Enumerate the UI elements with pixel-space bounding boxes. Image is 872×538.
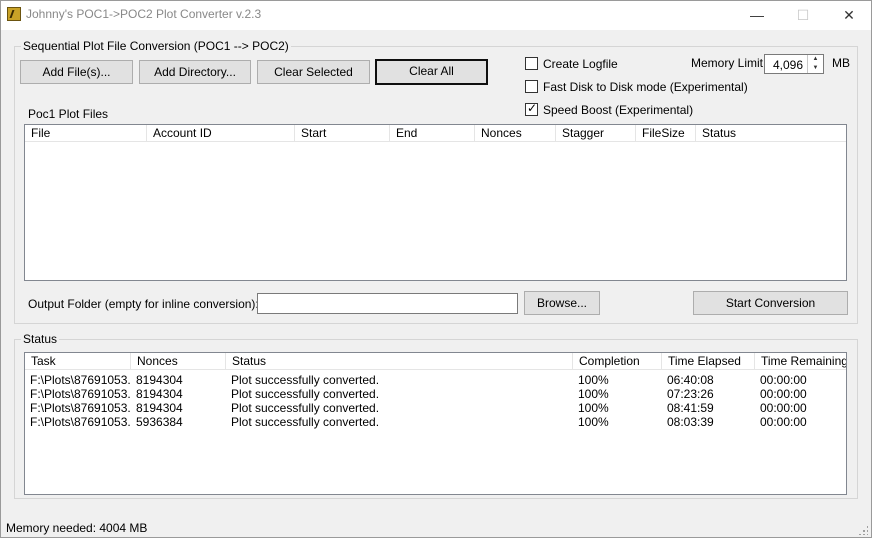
resize-grip-icon[interactable]	[858, 525, 868, 535]
clear-selected-button[interactable]: Clear Selected	[257, 60, 370, 84]
cell-time-remaining: 00:00:00	[760, 387, 807, 401]
memory-limit-label: Memory Limit	[691, 56, 764, 70]
speed-boost-check-box[interactable]	[525, 101, 538, 116]
column-header-status[interactable]: Status	[696, 125, 846, 142]
create-logfile-label: Create Logfile	[543, 57, 618, 71]
table-row[interactable]: F:\Plots\87691053... 8194304 Plot successf…	[25, 387, 846, 401]
status-group-title: Status	[21, 332, 60, 346]
fast-disk-check-box[interactable]	[525, 80, 538, 93]
spinner-arrows[interactable]: ▲ ▼	[807, 55, 823, 73]
window-title: Johnny's POC1->POC2 Plot Converter v.2.3	[26, 7, 262, 21]
plot-files-list[interactable]: File Account ID Start End Nonces Stagger…	[24, 124, 847, 281]
cell-completion: 100%	[578, 373, 609, 387]
cell-nonces: 8194304	[136, 401, 183, 415]
memory-limit-unit: MB	[832, 56, 850, 70]
cell-completion: 100%	[578, 415, 609, 429]
column-header-task[interactable]: Task	[25, 353, 131, 370]
cell-completion: 100%	[578, 401, 609, 415]
plot-files-header: File Account ID Start End Nonces Stagger…	[25, 125, 846, 142]
create-logfile-checkbox[interactable]: Create Logfile	[525, 55, 685, 71]
minimize-button[interactable]: —	[734, 1, 780, 30]
cell-status: Plot successfully converted.	[231, 401, 380, 415]
speed-boost-checkbox[interactable]: Speed Boost (Experimental)	[525, 101, 725, 117]
title-bar: Johnny's POC1->POC2 Plot Converter v.2.3…	[1, 1, 871, 30]
column-header-time-elapsed[interactable]: Time Elapsed	[662, 353, 755, 370]
add-files-button[interactable]: Add File(s)...	[20, 60, 133, 84]
table-row[interactable]: F:\Plots\87691053... 5936384 Plot successf…	[25, 415, 846, 429]
memory-limit-value[interactable]: 4,096	[773, 58, 803, 72]
cell-completion: 100%	[578, 387, 609, 401]
cell-status: Plot successfully converted.	[231, 415, 380, 429]
plot-files-label: Poc1 Plot Files	[28, 107, 109, 121]
cell-status: Plot successfully converted.	[231, 387, 380, 401]
cell-time-remaining: 00:00:00	[760, 373, 807, 387]
add-directory-button[interactable]: Add Directory...	[139, 60, 251, 84]
spin-down-icon[interactable]: ▼	[808, 64, 823, 73]
app-icon	[7, 7, 21, 21]
close-button[interactable]: ✕	[826, 1, 872, 30]
column-header-completion[interactable]: Completion	[573, 353, 662, 370]
status-list-header: Task Nonces Status Completion Time Elaps…	[25, 353, 846, 370]
cell-task: F:\Plots\87691053...	[30, 415, 131, 429]
column-header-end[interactable]: End	[390, 125, 475, 142]
start-conversion-button[interactable]: Start Conversion	[693, 291, 848, 315]
speed-boost-label: Speed Boost (Experimental)	[543, 103, 694, 117]
cell-time-elapsed: 07:23:26	[667, 387, 714, 401]
browse-button[interactable]: Browse...	[524, 291, 600, 315]
conversion-group-title: Sequential Plot File Conversion (POC1 --…	[21, 39, 291, 53]
status-bar: Memory needed: 4004 MB	[1, 517, 871, 538]
maximize-button[interactable]: ☐	[780, 1, 826, 30]
memory-limit-spinner[interactable]: 4,096 ▲ ▼	[764, 54, 824, 74]
cell-time-elapsed: 08:03:39	[667, 415, 714, 429]
cell-nonces: 5936384	[136, 415, 183, 429]
cell-time-elapsed: 06:40:08	[667, 373, 714, 387]
cell-task: F:\Plots\87691053...	[30, 373, 131, 387]
output-folder-input[interactable]	[257, 293, 518, 314]
table-row[interactable]: F:\Plots\87691053... 8194304 Plot successf…	[25, 373, 846, 387]
fast-disk-checkbox[interactable]: Fast Disk to Disk mode (Experimental)	[525, 78, 765, 94]
cell-nonces: 8194304	[136, 387, 183, 401]
fast-disk-label: Fast Disk to Disk mode (Experimental)	[543, 80, 748, 94]
cell-nonces: 8194304	[136, 373, 183, 387]
column-header-time-remaining[interactable]: Time Remaining	[755, 353, 846, 370]
main-window: Johnny's POC1->POC2 Plot Converter v.2.3…	[0, 0, 872, 538]
cell-task: F:\Plots\87691053...	[30, 401, 131, 415]
memory-needed-text: Memory needed: 4004 MB	[6, 521, 148, 535]
cell-time-remaining: 00:00:00	[760, 401, 807, 415]
table-row[interactable]: F:\Plots\87691053... 8194304 Plot successf…	[25, 401, 846, 415]
column-header-nonces[interactable]: Nonces	[475, 125, 556, 142]
cell-time-remaining: 00:00:00	[760, 415, 807, 429]
column-header-status[interactable]: Status	[226, 353, 573, 370]
output-folder-label: Output Folder (empty for inline conversi…	[28, 297, 259, 311]
create-logfile-check-box[interactable]	[525, 57, 538, 70]
clear-all-button[interactable]: Clear All	[375, 59, 488, 85]
column-header-stagger[interactable]: Stagger	[556, 125, 636, 142]
cell-status: Plot successfully converted.	[231, 373, 380, 387]
spin-up-icon[interactable]: ▲	[808, 55, 823, 64]
column-header-account-id[interactable]: Account ID	[147, 125, 295, 142]
cell-time-elapsed: 08:41:59	[667, 401, 714, 415]
column-header-start[interactable]: Start	[295, 125, 390, 142]
status-list[interactable]: Task Nonces Status Completion Time Elaps…	[24, 352, 847, 495]
column-header-nonces[interactable]: Nonces	[131, 353, 226, 370]
cell-task: F:\Plots\87691053...	[30, 387, 131, 401]
column-header-filesize[interactable]: FileSize	[636, 125, 696, 142]
column-header-file[interactable]: File	[25, 125, 147, 142]
